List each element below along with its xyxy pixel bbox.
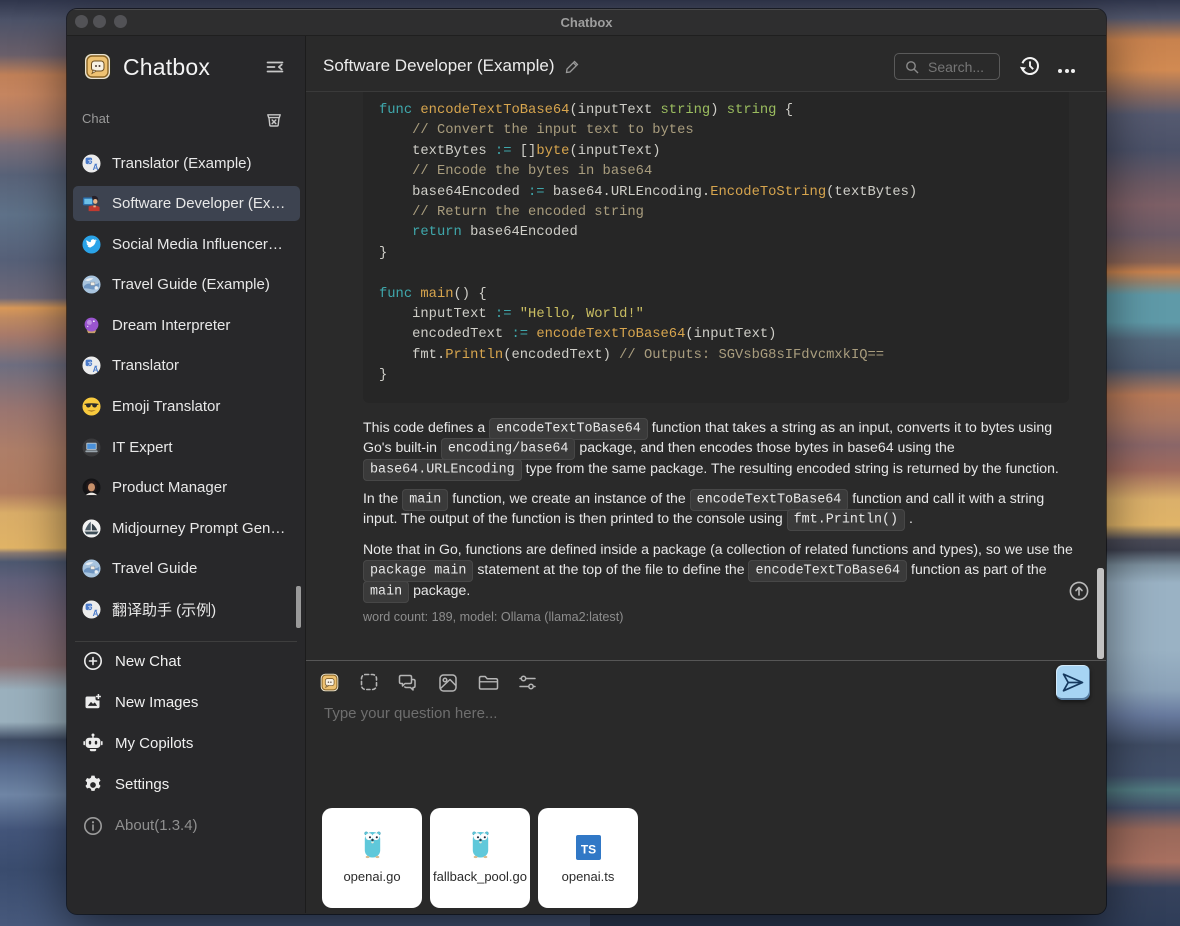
svg-text:TS: TS <box>580 843 595 857</box>
